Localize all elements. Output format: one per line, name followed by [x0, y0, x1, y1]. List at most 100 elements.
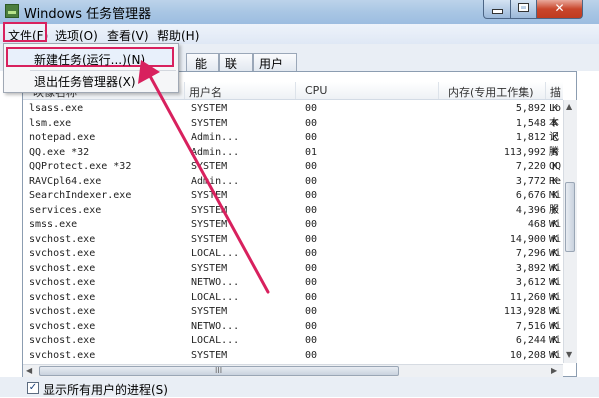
- close-icon: ✕: [554, 1, 565, 15]
- show-all-users-label[interactable]: 显示所有用户的进程(S): [43, 381, 168, 398]
- scroll-left-icon[interactable]: ◀: [26, 366, 32, 375]
- table-row[interactable]: services.exe SYSTEM 00 4,396 K服: [23, 204, 563, 219]
- file-menu-highlight-box: [3, 22, 47, 42]
- process-memory: 1,812 K: [515, 132, 558, 143]
- column-cpu[interactable]: CPU: [305, 84, 327, 97]
- checkmark-icon: ✓: [28, 382, 38, 393]
- table-row[interactable]: QQProtect.exe *32 SYSTEM 00 7,220 K QQ: [23, 160, 563, 175]
- process-name: lsm.exe: [29, 117, 72, 129]
- maximize-icon: [518, 3, 529, 12]
- bottom-options: ✓ 显示所有用户的进程(S): [0, 377, 599, 397]
- table-row[interactable]: svchost.exe NETWO... 00 3,612 K Wi: [23, 276, 563, 291]
- table-row[interactable]: svchost.exe SYSTEM 00 3,892 K Wi: [23, 262, 563, 277]
- table-row[interactable]: svchost.exe LOCAL... 00 7,296 K Wi: [23, 247, 563, 262]
- table-row[interactable]: svchost.exe SYSTEM 00 113,928 K Wi: [23, 305, 563, 320]
- vertical-scroll-thumb[interactable]: [565, 182, 575, 252]
- table-row[interactable]: smss.exe SYSTEM 00 468 K Wi: [23, 218, 563, 233]
- process-memory: 4,396 K: [515, 204, 558, 216]
- menu-item-exit[interactable]: 退出任务管理器(X): [34, 73, 136, 90]
- process-name: QQ.exe *32: [29, 146, 90, 158]
- process-user: NETWO...: [191, 320, 240, 332]
- column-description[interactable]: 描: [550, 84, 561, 100]
- table-row[interactable]: SearchIndexer.exe SYSTEM 00 6,676 K Mi: [23, 189, 563, 204]
- process-description: Lo: [549, 103, 562, 114]
- menu-bar: 文件(F) 选项(O) 查看(V) 帮助(H): [0, 24, 599, 45]
- menu-options[interactable]: 选项(O): [55, 27, 98, 44]
- scroll-right-icon[interactable]: ▶: [551, 366, 557, 375]
- process-list: 映像名称 用户名 CPU 内存(专用工作集) 描 lsass.exeSYSTEM…: [22, 71, 577, 378]
- table-row[interactable]: notepad.exe Admin... 00 1,812 K记: [23, 131, 563, 146]
- scroll-down-icon[interactable]: ▼: [566, 350, 572, 359]
- process-name: svchost.exe: [29, 277, 96, 288]
- process-rows: lsass.exe SYSTEM 00 5,892 K Lo lsm.exe SYSTEM 0…: [23, 102, 563, 364]
- table-row[interactable]: svchost.exe NETWO... 00 7,516 K Wi: [23, 320, 563, 335]
- process-name: svchost.exe: [29, 233, 96, 245]
- process-description: 腾: [549, 146, 559, 158]
- process-description: Re: [549, 175, 562, 187]
- column-divider[interactable]: [438, 82, 439, 99]
- process-name: lsass.exe: [29, 103, 84, 114]
- table-row[interactable]: lsass.exe SYSTEM 00 5,892 K Lo: [23, 102, 563, 117]
- process-user: SYSTEM: [191, 262, 228, 274]
- process-user: SYSTEM: [191, 117, 228, 129]
- menu-view[interactable]: 查看(V): [107, 27, 149, 44]
- process-description: Wi: [549, 219, 562, 230]
- horizontal-scroll-thumb[interactable]: III: [39, 366, 399, 376]
- column-memory[interactable]: 内存(专用工作集): [448, 84, 534, 100]
- process-name: QQProtect.exe *32: [29, 161, 132, 172]
- menu-help[interactable]: 帮助(H): [157, 27, 199, 44]
- process-memory: 10,208 K: [509, 349, 558, 361]
- process-description: 记: [549, 132, 559, 143]
- maximize-button[interactable]: [510, 0, 537, 19]
- process-memory: 113,928 K: [503, 306, 558, 317]
- file-dropdown-menu: 新建任务(运行...)(N) 退出任务管理器(X): [3, 43, 179, 93]
- minimize-icon: [491, 9, 503, 14]
- process-memory: 7,516 K: [515, 320, 558, 332]
- process-memory: 3,772 K: [515, 175, 558, 187]
- process-user: SYSTEM: [191, 103, 228, 114]
- process-user: SYSTEM: [191, 161, 228, 172]
- process-description: 本: [549, 117, 559, 129]
- table-row[interactable]: svchost.exe LOCAL... 00 6,244 K Wi: [23, 334, 563, 349]
- process-name: notepad.exe: [29, 132, 96, 143]
- process-cpu: 00: [305, 248, 318, 259]
- table-row[interactable]: RAVCpl64.exe Admin... 00 3,772 K Re: [23, 175, 563, 190]
- scroll-up-icon[interactable]: ▲: [566, 102, 572, 111]
- table-row[interactable]: lsm.exe SYSTEM 00 1,548 K本: [23, 117, 563, 132]
- table-row[interactable]: QQ.exe *32 Admin... 01 113,992 K腾: [23, 146, 563, 161]
- tab-users[interactable]: 用户: [253, 53, 297, 71]
- show-all-users-checkbox[interactable]: ✓: [27, 382, 39, 394]
- tab-networking[interactable]: 联网: [219, 53, 253, 88]
- table-row[interactable]: svchost.exe SYSTEM 00 14,900 K Wi: [23, 233, 563, 248]
- column-divider[interactable]: [545, 82, 546, 99]
- title-bar[interactable]: Windows 任务管理器 ✕: [0, 0, 599, 24]
- process-user: SYSTEM: [191, 349, 228, 361]
- process-cpu: 00: [305, 175, 318, 187]
- process-cpu: 00: [305, 277, 318, 288]
- process-memory: 3,892 K: [515, 262, 558, 274]
- process-name: services.exe: [29, 204, 102, 216]
- task-manager-icon: [5, 4, 19, 18]
- process-cpu: 00: [305, 306, 318, 317]
- minimize-button[interactable]: [483, 0, 511, 19]
- process-description: Wi: [549, 262, 562, 274]
- process-name: smss.exe: [29, 219, 78, 230]
- column-user-name[interactable]: 用户名: [189, 84, 222, 100]
- column-divider[interactable]: [184, 82, 185, 99]
- table-row[interactable]: svchost.exe SYSTEM 00 10,208 K Wi: [23, 349, 563, 364]
- tab-performance[interactable]: 能: [186, 53, 219, 71]
- process-user: SYSTEM: [191, 219, 228, 230]
- menu-item-new-task[interactable]: 新建任务(运行...)(N): [6, 47, 174, 67]
- process-description: QQ: [549, 161, 562, 172]
- process-user: SYSTEM: [191, 306, 228, 317]
- vertical-scrollbar[interactable]: ▲ ▼: [563, 100, 577, 363]
- process-memory: 14,900 K: [509, 233, 558, 245]
- process-name: svchost.exe: [29, 306, 96, 317]
- process-memory: 6,676 K: [515, 190, 558, 201]
- close-button[interactable]: ✕: [536, 0, 583, 19]
- process-name: svchost.exe: [29, 349, 96, 361]
- horizontal-scrollbar[interactable]: ◀ III ▶: [23, 364, 563, 378]
- table-row[interactable]: svchost.exe LOCAL... 00 11,260 K Wi: [23, 291, 563, 306]
- column-divider[interactable]: [295, 82, 296, 99]
- process-user: LOCAL...: [191, 335, 240, 346]
